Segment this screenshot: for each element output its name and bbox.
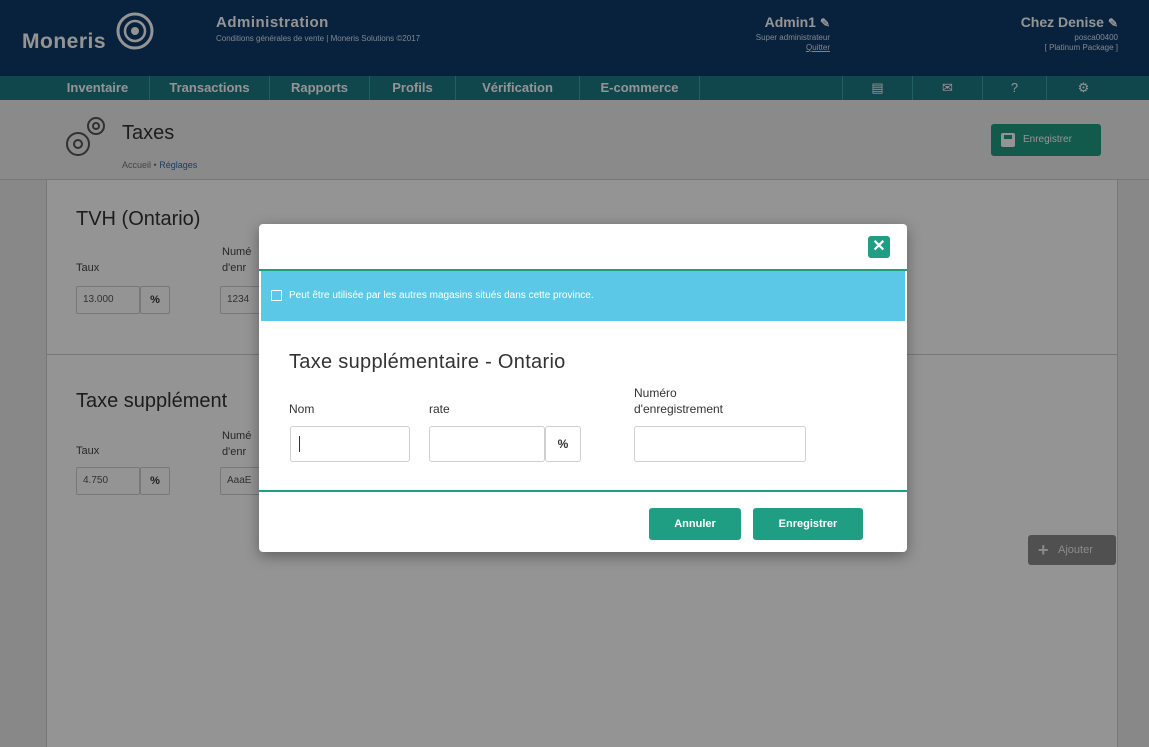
name-label: Nom	[289, 402, 315, 416]
save-button[interactable]: Enregistrer	[753, 508, 863, 540]
text-caret	[299, 436, 300, 452]
registration-number-input[interactable]	[634, 426, 806, 462]
close-icon[interactable]: ✕	[868, 236, 890, 258]
name-input[interactable]	[290, 426, 410, 462]
info-banner-text: Peut être utilisée par les autres magasi…	[289, 290, 594, 301]
cancel-button[interactable]: Annuler	[649, 508, 741, 540]
modal-bottom-divider	[259, 490, 907, 492]
reg-label-1: Numéro	[634, 386, 677, 400]
info-icon	[271, 290, 282, 301]
app-frame: Moneris Administration Conditions généra…	[0, 0, 1149, 747]
info-banner: Peut être utilisée par les autres magasi…	[261, 271, 905, 321]
modal-title: Taxe supplémentaire - Ontario	[289, 351, 566, 373]
rate-label: rate	[429, 402, 450, 416]
reg-label-2: d'enregistrement	[634, 402, 724, 416]
add-tax-modal: ✕ Peut être utilisée par les autres maga…	[259, 224, 907, 552]
rate-input[interactable]	[429, 426, 545, 462]
rate-percent-addon: %	[545, 426, 581, 462]
